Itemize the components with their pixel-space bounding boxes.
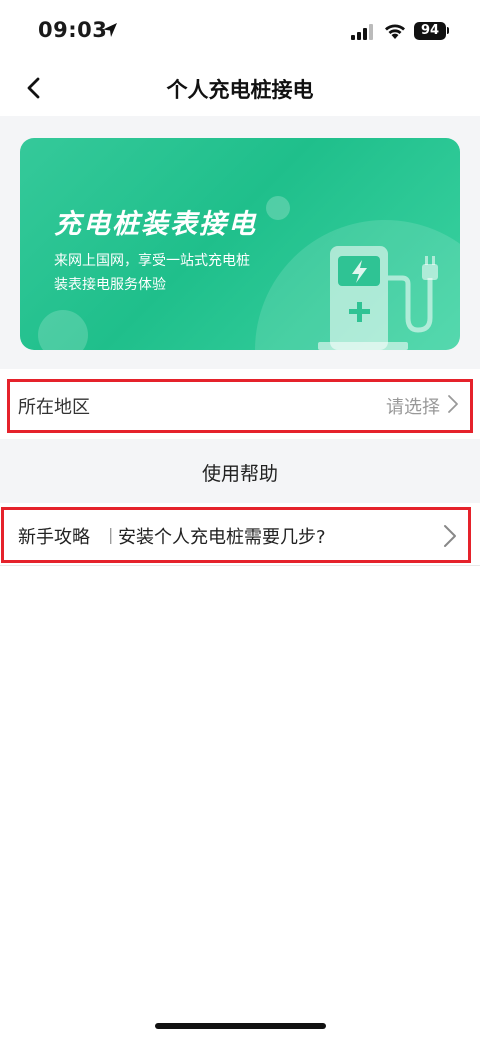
page-title: 个人充电桩接电 [166,78,314,102]
promo-banner[interactable]: 充电桩装表接电 来网上国网，享受一站式充电桩 装表接电服务体验 [20,138,460,350]
home-indicator[interactable] [155,1023,326,1029]
help-section-title: 使用帮助 [201,463,278,485]
cellular-signal-icon [351,24,373,40]
status-time: 09:03 [38,18,108,42]
battery-tip [447,27,449,34]
banner-subtitle: 装表接电服务体验 [54,277,166,293]
location-arrow-icon [103,23,117,37]
charging-station-icon [318,246,438,350]
guide-highlight-box [1,507,471,563]
navigation-bar: 个人充电桩接电 [0,62,480,116]
wifi-icon [385,24,405,39]
battery-indicator: 94 [414,22,446,40]
banner-decor-circle [38,310,88,350]
banner-subtitle: 来网上国网，享受一站式充电桩 [54,253,250,269]
banner-decor-circle [266,196,290,220]
region-highlight-box [7,379,473,433]
status-bar: 09:03 94 [0,0,480,62]
banner-title: 充电桩装表接电 [54,209,257,240]
